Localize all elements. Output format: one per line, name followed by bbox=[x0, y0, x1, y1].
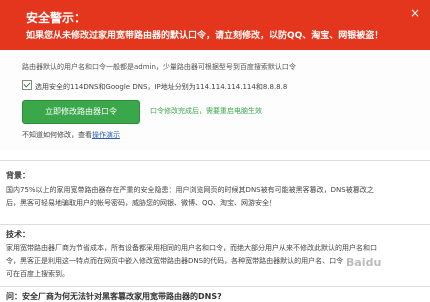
security-warning-banner: 安全警示： 如果您从未修改过家用宽带路由器的默认口令，请立刻修改，以防QQ、淘宝… bbox=[0, 0, 430, 50]
dns-option-row[interactable]: 选用安全的114DNS和Google DNS，IP地址分别为114.114.11… bbox=[22, 80, 287, 92]
dns-checkbox[interactable] bbox=[22, 80, 32, 90]
baidu-watermark: Baidu bbox=[346, 256, 382, 269]
warning-text: 如果您从未修改过家用宽带路由器的默认口令，请立刻修改，以防QQ、淘宝、网银被盗！ bbox=[26, 31, 384, 41]
background-paragraph: 国内75%以上的家用宽带路由器存在严重的安全隐患：用户浏览网页的时候其DNS被有… bbox=[6, 184, 424, 210]
howto-prefix: 不知道如何修改，查看 bbox=[22, 131, 92, 139]
dns-option-label: 选用安全的114DNS和Google DNS，IP地址分别为114.114.11… bbox=[35, 83, 288, 91]
form-description: 路由器默认的用户名和口令一般都是admin，少量路由器可根据型号到百度搜索默认口… bbox=[22, 63, 296, 71]
background-line: 国内75%以上的家用宽带路由器存在严重的安全隐患：用户浏览网页的时候其DNS被有… bbox=[6, 186, 374, 194]
background-heading: 背景： bbox=[6, 171, 30, 180]
technique-heading: 技术： bbox=[6, 230, 30, 239]
warning-title: 安全警示： bbox=[26, 11, 87, 25]
question-heading: 问：安全厂商为何无法针对黑客篡改家用宽带路由器的DNS? bbox=[6, 292, 222, 301]
divider bbox=[0, 160, 430, 161]
divider bbox=[0, 224, 430, 225]
close-icon[interactable]: × bbox=[410, 6, 420, 20]
change-router-password-button[interactable]: 立即修改路由器口令 bbox=[22, 100, 140, 124]
background-line: 后，黑客可轻易地骗取用户的帐号密码，威胁您的网银、微博、QQ、淘宝、网游安全！ bbox=[6, 199, 277, 207]
howto-line: 不知道如何修改，查看操作演示 bbox=[22, 130, 120, 140]
technique-line: 家用宽带路由器厂商为节省成本，所有设备都采用相同的用户名和口令，而绝大部分用户从… bbox=[6, 244, 377, 252]
technique-line: 可在百度上搜索到。 bbox=[6, 270, 69, 278]
demo-link[interactable]: 操作演示 bbox=[92, 131, 120, 139]
restart-note: 口令修改完成后，需要重启电脑生效 bbox=[150, 107, 262, 115]
divider bbox=[0, 286, 430, 287]
